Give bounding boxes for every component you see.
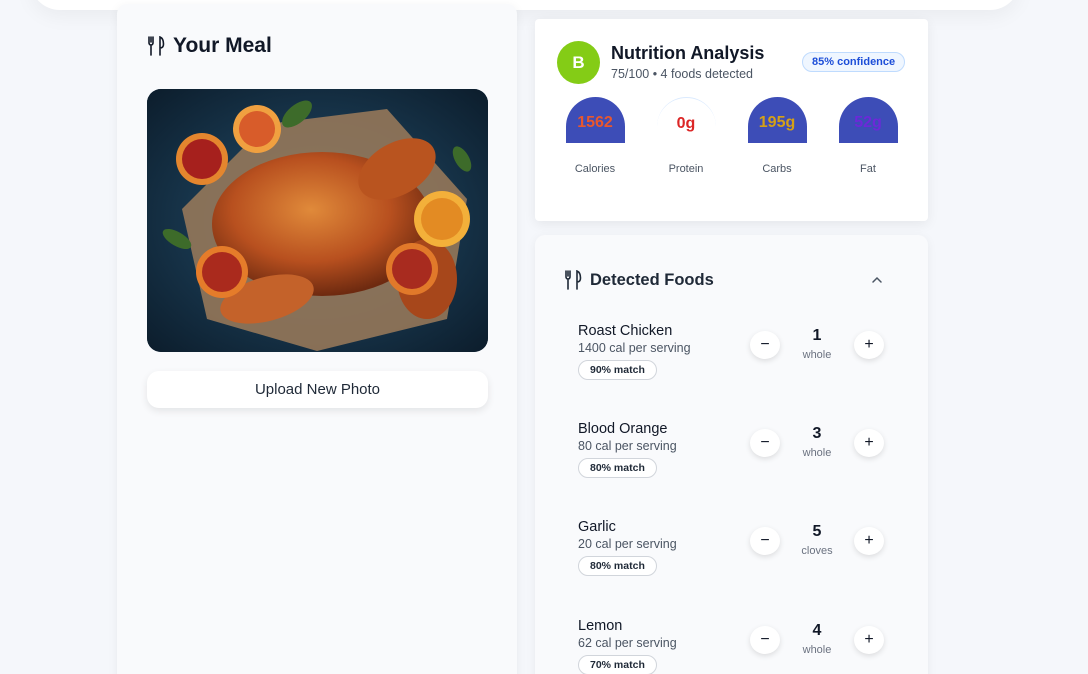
decrease-button[interactable]: − bbox=[750, 626, 780, 654]
meal-title: Your Meal bbox=[173, 34, 272, 57]
quantity-value: 1 bbox=[812, 327, 822, 344]
food-name: Lemon bbox=[578, 618, 623, 634]
utensils-icon bbox=[148, 36, 165, 56]
meal-header: Your Meal bbox=[147, 34, 272, 58]
decrease-button[interactable]: − bbox=[750, 331, 780, 359]
detected-foods-title: Detected Foods bbox=[590, 270, 714, 289]
increase-button[interactable]: + bbox=[854, 527, 884, 555]
nutrition-grade-badge: B bbox=[557, 41, 600, 84]
food-calories: 62 cal per serving bbox=[578, 636, 677, 650]
food-calories: 80 cal per serving bbox=[578, 439, 677, 453]
food-item-lemon: Lemon 62 cal per serving 70% match − 4 w… bbox=[564, 610, 899, 674]
match-badge: 80% match bbox=[578, 458, 657, 478]
meal-photo bbox=[147, 89, 488, 352]
increase-button[interactable]: + bbox=[854, 331, 884, 359]
decrease-button[interactable]: − bbox=[750, 527, 780, 555]
increase-button[interactable]: + bbox=[854, 626, 884, 654]
food-item-roast-chicken: Roast Chicken 1400 cal per serving 90% m… bbox=[564, 315, 899, 401]
quantity-unit: cloves bbox=[801, 545, 833, 557]
quantity-value: 5 bbox=[812, 523, 822, 540]
macro-label: Fat bbox=[860, 163, 876, 175]
food-calories: 20 cal per serving bbox=[578, 537, 677, 551]
nutrition-analysis-card: B Nutrition Analysis 75/100 • 4 foods de… bbox=[535, 19, 928, 221]
quantity-unit: whole bbox=[802, 349, 832, 361]
detected-foods-card: Detected Foods Roast Chicken 1400 cal pe… bbox=[535, 235, 928, 674]
confidence-badge: 85% confidence bbox=[802, 52, 906, 72]
match-badge: 90% match bbox=[578, 360, 657, 380]
nutrition-subtitle: 75/100 • 4 foods detected bbox=[611, 67, 753, 81]
quantity-value: 3 bbox=[812, 425, 822, 442]
macro-fat: 52g Fat bbox=[828, 97, 908, 175]
upload-photo-button[interactable]: Upload New Photo bbox=[147, 371, 488, 408]
nutrition-title: Nutrition Analysis bbox=[611, 43, 765, 63]
quantity-value: 4 bbox=[812, 622, 822, 639]
food-name: Garlic bbox=[578, 519, 616, 535]
decrease-button[interactable]: − bbox=[750, 429, 780, 457]
food-item-blood-orange: Blood Orange 80 cal per serving 80% matc… bbox=[564, 413, 899, 499]
food-name: Roast Chicken bbox=[578, 323, 673, 339]
macro-value: 0g bbox=[656, 97, 716, 143]
quantity-unit: whole bbox=[802, 447, 832, 459]
macro-protein: 0g Protein bbox=[646, 97, 726, 175]
match-badge: 80% match bbox=[578, 556, 657, 576]
food-calories: 1400 cal per serving bbox=[578, 341, 691, 355]
match-badge: 70% match bbox=[578, 655, 657, 674]
utensils-icon bbox=[565, 270, 582, 290]
roast-chicken-image bbox=[147, 89, 488, 352]
macro-value: 1562 bbox=[565, 97, 625, 143]
detected-foods-header: Detected Foods bbox=[564, 270, 714, 290]
macro-value: 52g bbox=[838, 97, 898, 143]
macro-calories: 1562 Calories bbox=[555, 97, 635, 175]
macro-label: Protein bbox=[668, 163, 704, 175]
food-name: Blood Orange bbox=[578, 421, 668, 437]
macro-label: Carbs bbox=[762, 163, 792, 175]
quantity-unit: whole bbox=[802, 644, 832, 656]
increase-button[interactable]: + bbox=[854, 429, 884, 457]
macro-carbs: 195g Carbs bbox=[737, 97, 817, 175]
meal-card: Your Meal Upload New Photo bbox=[117, 4, 517, 674]
food-item-garlic: Garlic 20 cal per serving 80% match − 5 … bbox=[564, 511, 899, 597]
chevron-up-icon[interactable] bbox=[870, 273, 884, 287]
macro-label: Calories bbox=[574, 163, 616, 175]
macro-value: 195g bbox=[747, 97, 807, 143]
